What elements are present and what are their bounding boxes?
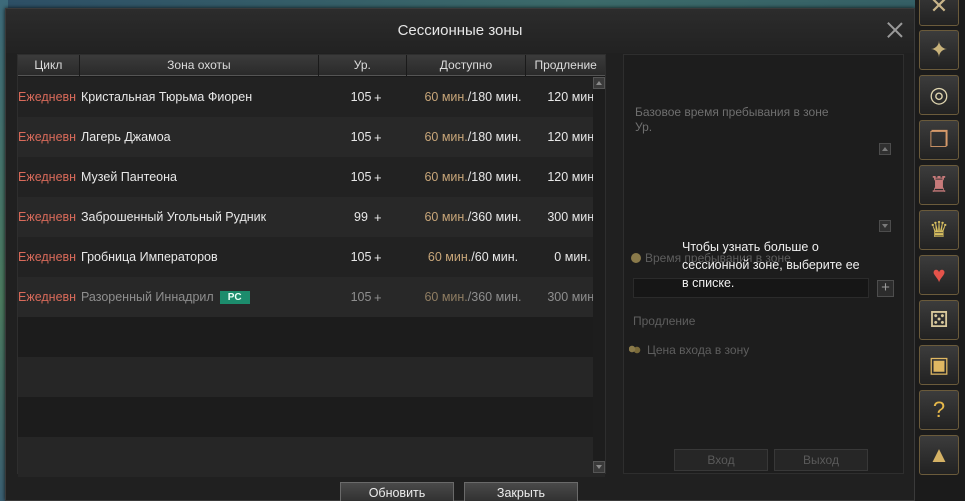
zone-cell: Лагерь Джамоа bbox=[81, 130, 171, 144]
table-row[interactable]: Ежедневн Гробница Императоров 105 + 60 м… bbox=[18, 237, 605, 277]
header-available[interactable]: Доступно bbox=[407, 55, 527, 76]
table-row[interactable]: Ежедневн Разоренный Иннадрил PC 105 + 60 … bbox=[18, 277, 605, 317]
info-scroll-up-icon[interactable] bbox=[879, 143, 891, 155]
cycle-cell: Ежедневн bbox=[18, 90, 77, 104]
add-time-button[interactable]: + bbox=[877, 280, 894, 297]
used-time: 60 мин. bbox=[424, 90, 468, 104]
header-cycle[interactable]: Цикл bbox=[18, 55, 80, 76]
cycle-cell: Ежедневн bbox=[18, 250, 77, 264]
info-scroll-down-icon[interactable] bbox=[879, 220, 891, 232]
total-time: /360 мин. bbox=[467, 290, 522, 304]
table-row[interactable]: Ежедневн Музей Пантеона 105 + 60 мин./18… bbox=[18, 157, 605, 197]
cycle-cell: Ежедневн bbox=[18, 170, 77, 184]
coins-icon bbox=[629, 345, 641, 354]
extend-button[interactable]: + bbox=[374, 210, 388, 225]
empty-row bbox=[18, 357, 605, 397]
entry-fee-label: Цена входа в зону bbox=[629, 343, 749, 357]
select-zone-hint: Чтобы узнать больше о сессионной зоне, в… bbox=[682, 240, 860, 290]
table-row[interactable]: Ежедневн Лагерь Джамоа 105 + 60 мин./180… bbox=[18, 117, 605, 157]
close-button[interactable]: Закрыть bbox=[464, 482, 578, 501]
table-body: Ежедневн Кристальная Тюрьма Фиорен 105 +… bbox=[18, 77, 605, 477]
header-extension[interactable]: Продление bbox=[526, 55, 605, 76]
total-time: /180 мин. bbox=[467, 130, 522, 144]
extend-button[interactable]: + bbox=[374, 90, 388, 105]
scroll-down-icon[interactable] bbox=[593, 461, 605, 473]
extend-button[interactable]: + bbox=[374, 250, 388, 265]
table-scrollbar[interactable] bbox=[593, 77, 605, 473]
exit-button[interactable]: Выход bbox=[774, 449, 868, 471]
window-title: Сессионные зоны bbox=[397, 22, 523, 39]
zone-cell: Кристальная Тюрьма Фиорен bbox=[81, 90, 253, 104]
zones-table: Цикл Зона охоты Ур. Доступно Продление Е… bbox=[17, 54, 606, 477]
enter-button[interactable]: Вход bbox=[674, 449, 768, 471]
used-time: 60 мин. bbox=[424, 170, 468, 184]
base-time-text: Базовое время пребывания в зоне bbox=[635, 105, 829, 119]
trophy-icon[interactable]: ♛ bbox=[919, 210, 959, 250]
empty-row bbox=[18, 317, 605, 357]
dice-icon[interactable]: ⚄ bbox=[919, 300, 959, 340]
zone-cell: Заброшенный Угольный Рудник bbox=[81, 210, 267, 224]
extension-label: Продление bbox=[633, 314, 696, 328]
zone-cell: Гробница Императоров bbox=[81, 250, 218, 264]
zone-cell: Разоренный Иннадрил PC bbox=[81, 289, 321, 305]
star-icon[interactable]: ✦ bbox=[919, 30, 959, 70]
book-icon[interactable]: ❐ bbox=[919, 120, 959, 160]
entry-fee-text: Цена входа в зону bbox=[647, 343, 750, 357]
zone-info-panel: Базовое время пребывания в зоне Ур. Врем… bbox=[623, 54, 904, 474]
question-icon[interactable]: ? bbox=[919, 390, 959, 430]
used-time: 60 мин. bbox=[424, 290, 468, 304]
cycle-cell: Ежедневн bbox=[18, 290, 77, 304]
chest-icon[interactable]: ▲ bbox=[919, 435, 959, 475]
base-time-label: Базовое время пребывания в зоне Ур. bbox=[635, 105, 875, 135]
total-time: /180 мин. bbox=[467, 170, 522, 184]
used-time: 60 мин. bbox=[427, 250, 472, 264]
zone-cell: Музей Пантеона bbox=[81, 170, 177, 184]
extend-button[interactable]: + bbox=[374, 170, 388, 185]
table-header: Цикл Зона охоты Ур. Доступно Продление bbox=[18, 55, 605, 76]
available-cell: 60 мин./180 мин. bbox=[413, 130, 533, 144]
zone-name: Разоренный Иннадрил bbox=[81, 289, 214, 304]
used-time: 60 мин. bbox=[424, 130, 468, 144]
clock-icon bbox=[631, 253, 641, 263]
total-time: /180 мин. bbox=[467, 90, 522, 104]
extend-button[interactable]: + bbox=[374, 290, 388, 305]
cycle-cell: Ежедневн bbox=[18, 130, 77, 144]
box-icon[interactable]: ▣ bbox=[919, 345, 959, 385]
refresh-button[interactable]: Обновить bbox=[340, 482, 454, 501]
table-row[interactable]: Ежедневн Кристальная Тюрьма Фиорен 105 +… bbox=[18, 77, 605, 117]
castle-icon[interactable]: ♜ bbox=[919, 165, 959, 205]
base-level-text: Ур. bbox=[635, 120, 653, 134]
heart-icon[interactable]: ♥ bbox=[919, 255, 959, 295]
cycle-cell: Ежедневн bbox=[18, 210, 77, 224]
available-cell: 60 мин./360 мин. bbox=[413, 290, 533, 304]
close-icon[interactable] bbox=[886, 21, 904, 39]
total-time: /360 мин. bbox=[467, 210, 522, 224]
compass-icon[interactable]: ✕ bbox=[919, 0, 959, 26]
header-level[interactable]: Ур. bbox=[319, 55, 407, 76]
table-row[interactable]: Ежедневн Заброшенный Угольный Рудник 99 … bbox=[18, 197, 605, 237]
pc-badge: PC bbox=[219, 291, 250, 305]
available-cell: 60 мин./180 мин. bbox=[413, 170, 533, 184]
available-cell: 60 мин./60 мин. bbox=[413, 250, 533, 264]
empty-row bbox=[18, 397, 605, 437]
session-zones-window: Сессионные зоны Цикл Зона охоты Ур. Дост… bbox=[5, 8, 915, 501]
clock-icon[interactable]: ◎ bbox=[919, 75, 959, 115]
available-cell: 60 мин./180 мин. bbox=[413, 90, 533, 104]
used-time: 60 мин. bbox=[424, 210, 468, 224]
side-menu-bar: ✕ ✦ ◎ ❐ ♜ ♛ ♥ ⚄ ▣ ? ▲ bbox=[915, 0, 965, 501]
header-zone[interactable]: Зона охоты bbox=[80, 55, 319, 76]
extend-button[interactable]: + bbox=[374, 130, 388, 145]
scroll-up-icon[interactable] bbox=[593, 77, 605, 89]
title-bar[interactable]: Сессионные зоны bbox=[6, 9, 914, 53]
empty-row bbox=[18, 437, 605, 477]
available-cell: 60 мин./360 мин. bbox=[413, 210, 533, 224]
total-time: /60 мин. bbox=[471, 250, 519, 264]
